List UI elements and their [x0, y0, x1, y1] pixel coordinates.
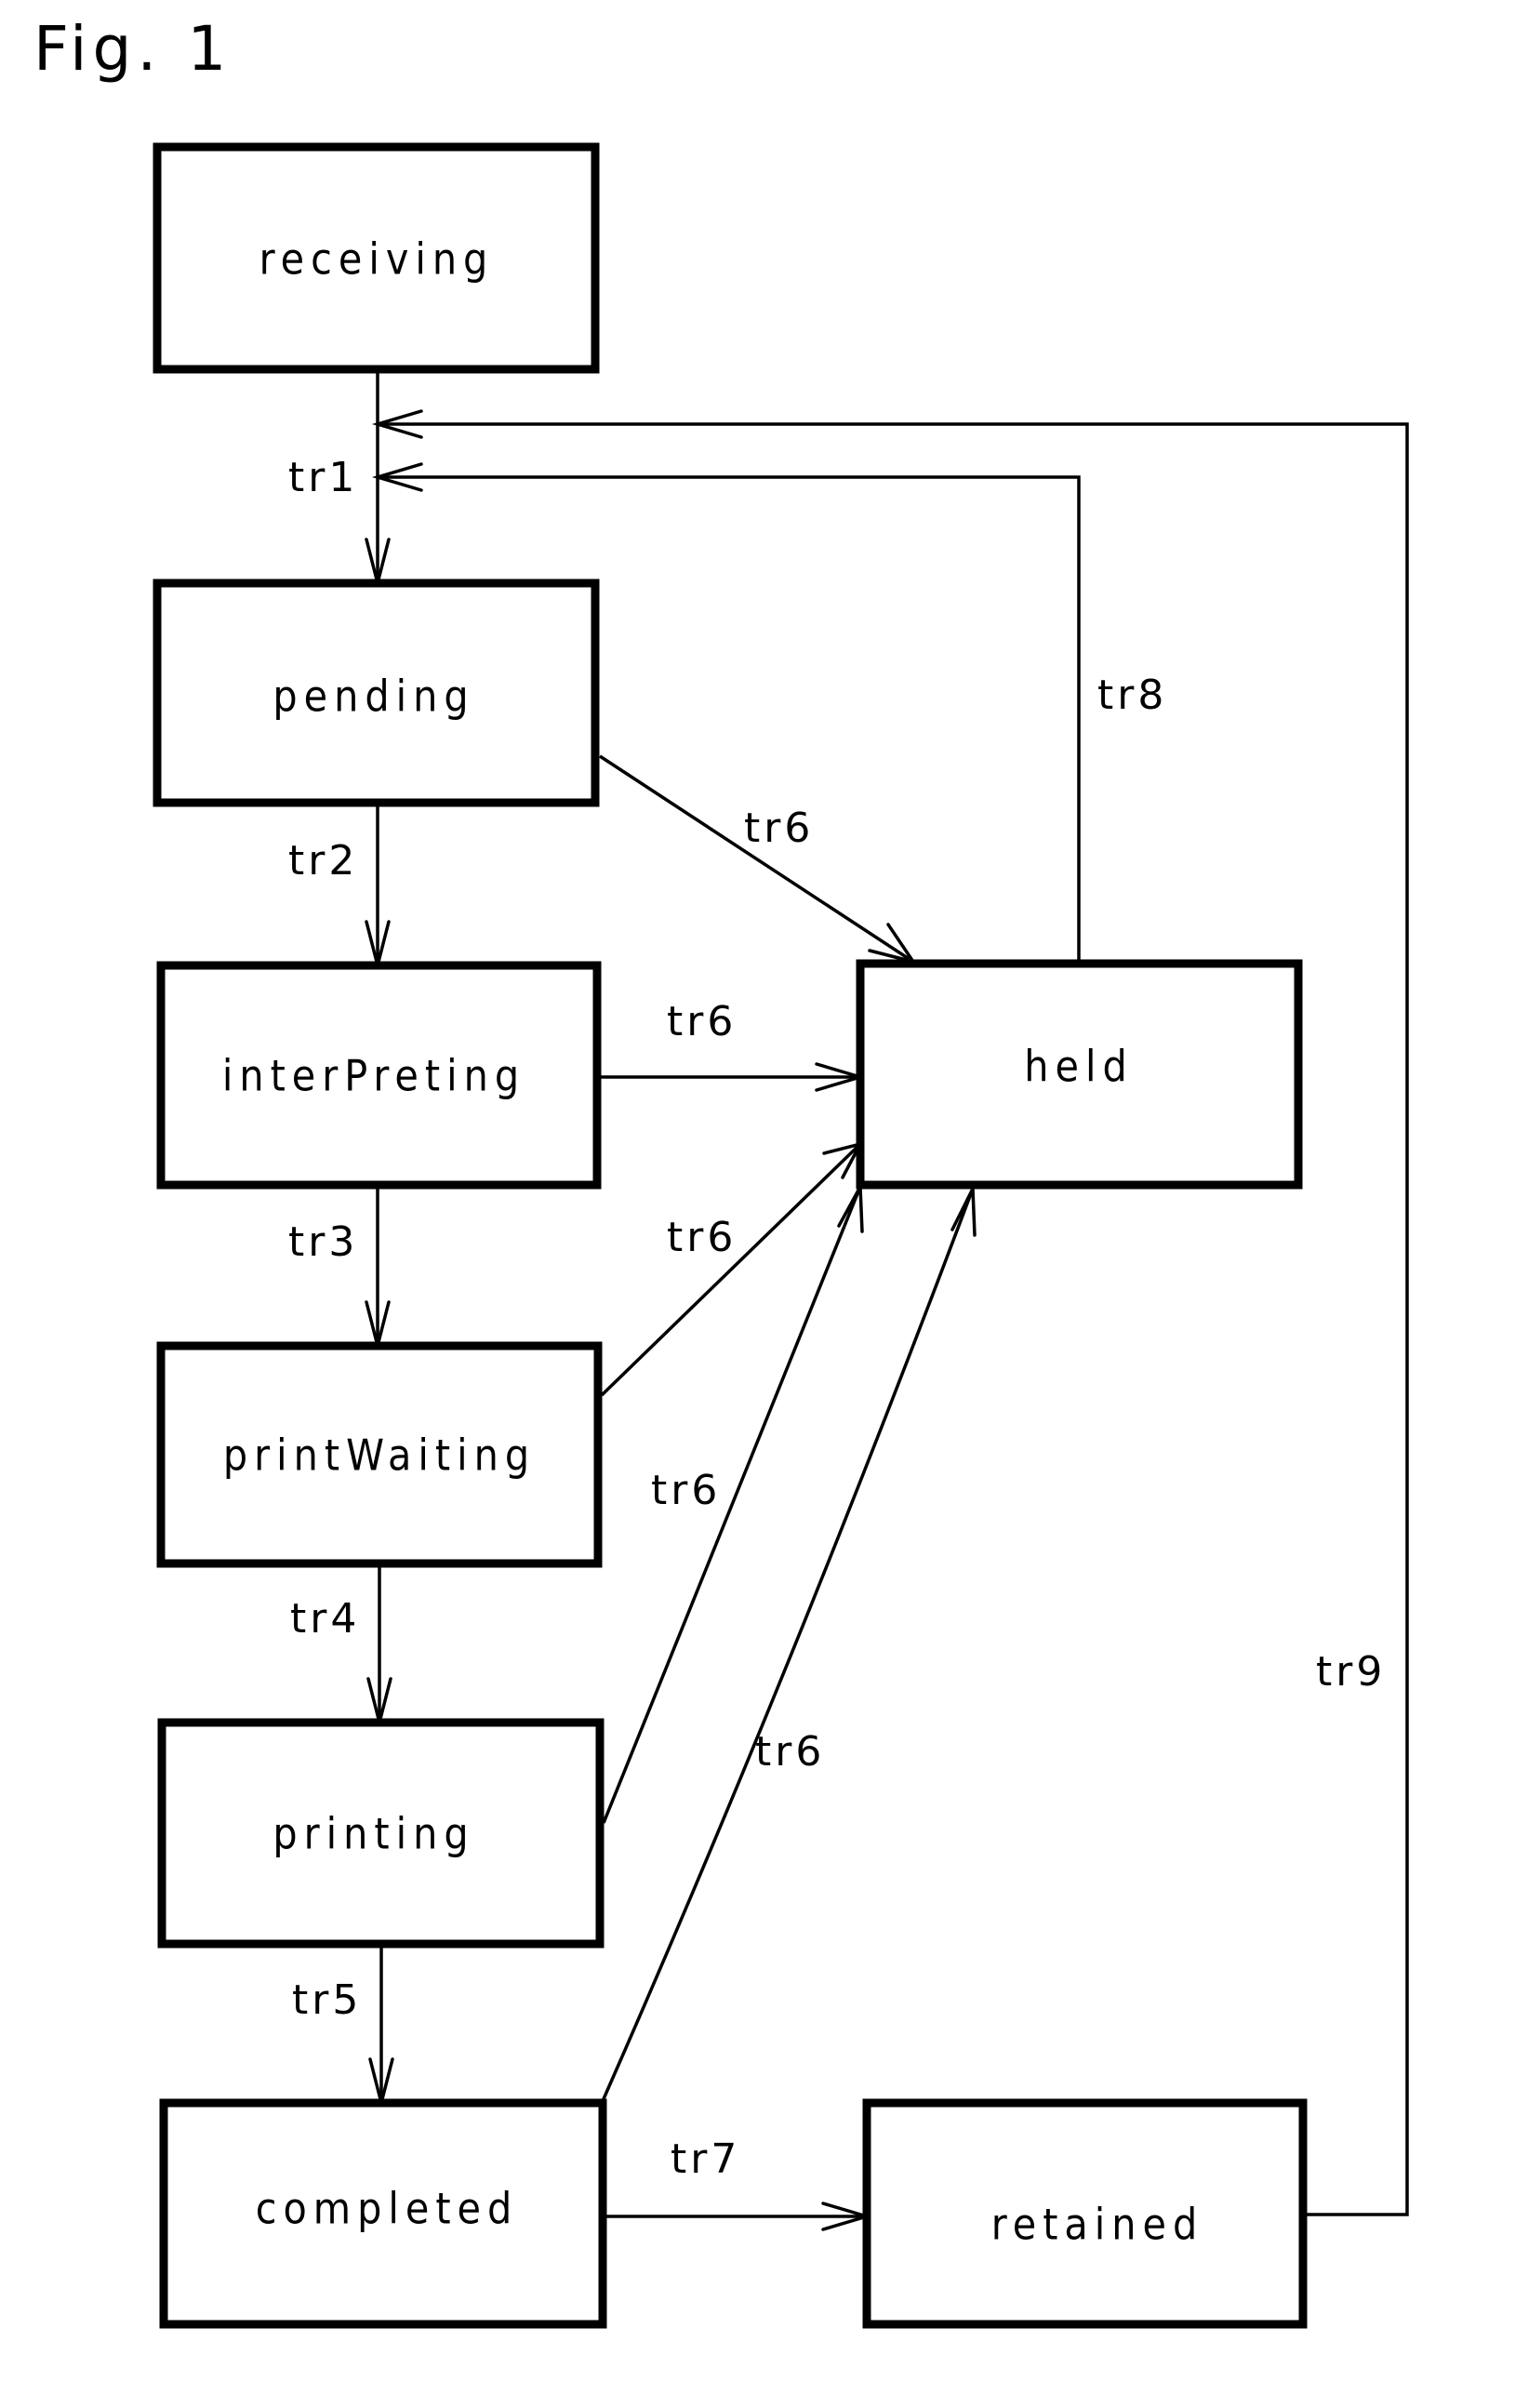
label-tr6-pending: tr6: [744, 805, 814, 852]
state-completed: completed: [159, 2098, 607, 2329]
label-tr7: tr7: [671, 2135, 740, 2183]
state-label-retained: retained: [991, 2200, 1204, 2250]
label-tr9: tr9: [1316, 1648, 1386, 1696]
label-tr5: tr5: [292, 1976, 362, 2024]
label-tr6-completed: tr6: [755, 1728, 825, 1776]
state-label-receiving: receiving: [259, 234, 495, 285]
label-tr1: tr1: [288, 454, 358, 501]
label-tr8: tr8: [1097, 672, 1167, 719]
state-label-interpreting: interPreting: [222, 1051, 525, 1101]
label-tr6-interpreting: tr6: [667, 998, 737, 1045]
state-label-pending: pending: [272, 672, 474, 722]
state-pending: pending: [153, 579, 600, 807]
state-printwaiting: printWaiting: [156, 1341, 603, 1568]
label-tr3: tr3: [288, 1218, 358, 1266]
label-tr6-printwaiting: tr6: [667, 1214, 737, 1261]
state-label-completed: completed: [256, 2184, 519, 2234]
state-label-held: held: [1024, 1042, 1133, 1092]
label-tr2: tr2: [288, 837, 358, 885]
edge-tr6-completed: [601, 1188, 975, 2102]
state-receiving: receiving: [153, 142, 600, 374]
label-tr4: tr4: [290, 1595, 360, 1643]
state-held: held: [856, 959, 1303, 1190]
state-retained: retained: [862, 2098, 1308, 2329]
edge-tr6-printwaiting: [600, 1142, 862, 1397]
state-label-printwaiting: printWaiting: [223, 1430, 536, 1481]
state-interpreting: interPreting: [156, 961, 602, 1190]
state-diagram: tr1 tr2 tr3 tr4 tr5 tr6 tr6 tr6 tr6 tr6 …: [153, 142, 1409, 2329]
state-label-printing: printing: [272, 1809, 474, 1859]
label-tr6-printing: tr6: [651, 1467, 721, 1514]
edge-tr6-pending: [599, 754, 914, 964]
state-printing: printing: [157, 1718, 605, 1949]
